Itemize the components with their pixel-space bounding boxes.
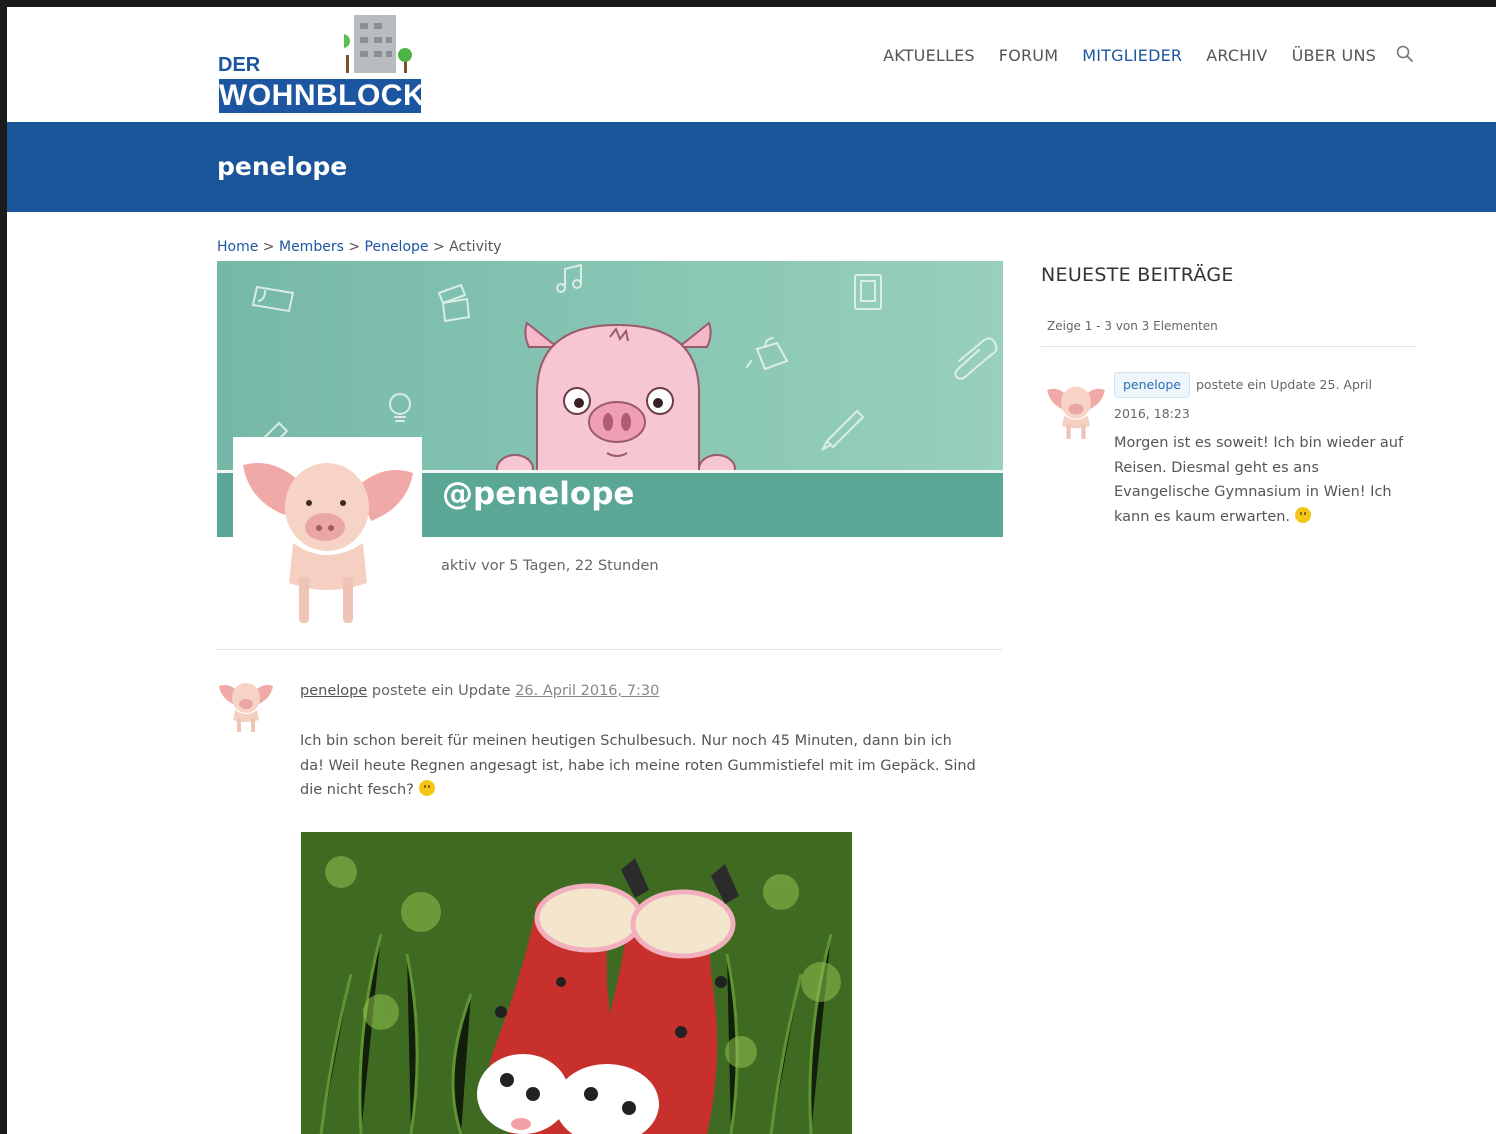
nav-item-aktuelles[interactable]: AKTUELLES bbox=[883, 46, 975, 65]
logo-small-text: DER bbox=[218, 54, 261, 76]
search-icon[interactable] bbox=[1396, 45, 1416, 65]
nav-item-archiv[interactable]: ARCHIV bbox=[1206, 46, 1267, 65]
sidebar-post-text: Morgen ist es soweit! Ich bin wieder auf… bbox=[1114, 435, 1404, 525]
grinning-emoji-icon bbox=[418, 780, 435, 796]
smiley-emoji-icon bbox=[1294, 506, 1311, 523]
activity-content: Ich bin schon bereit für meinen heutigen… bbox=[300, 729, 980, 803]
divider bbox=[217, 649, 1002, 650]
sidebar-divider bbox=[1041, 346, 1416, 347]
sidebar-post-content: Morgen ist es soweit! Ich bin wieder auf… bbox=[1114, 431, 1404, 529]
sidebar-post-avatar[interactable] bbox=[1045, 377, 1107, 439]
activity-date-link[interactable]: 26. April 2016, 7:30 bbox=[515, 683, 659, 699]
activity-user-link[interactable]: penelope bbox=[300, 683, 367, 699]
pig-mascot bbox=[496, 321, 736, 484]
breadcrumb-separator: > bbox=[348, 239, 365, 255]
breadcrumb: Home > Members > Penelope > Activity bbox=[217, 239, 502, 255]
page-title-bar: penelope bbox=[7, 122, 1496, 212]
nav-item-ueber-uns[interactable]: ÜBER UNS bbox=[1292, 46, 1376, 65]
logo-wordmark: WOHNBLOCK bbox=[217, 77, 425, 115]
breadcrumb-current: Activity bbox=[449, 239, 502, 255]
page: DER WOHNBLOCK AKTUELLES FORUM MITGLIEDER… bbox=[7, 7, 1496, 1134]
activity-avatar[interactable] bbox=[217, 674, 275, 732]
page-title: penelope bbox=[217, 152, 348, 181]
activity-photo[interactable] bbox=[301, 832, 852, 1134]
nav-item-forum[interactable]: FORUM bbox=[999, 46, 1058, 65]
sidebar-post-user-link[interactable]: penelope bbox=[1114, 372, 1190, 398]
breadcrumb-separator: > bbox=[262, 239, 279, 255]
activity-action: postete ein Update bbox=[371, 683, 511, 699]
sidebar-title: NEUESTE BEITRÄGE bbox=[1041, 264, 1234, 286]
main-navigation: AKTUELLES FORUM MITGLIEDER ARCHIV ÜBER U… bbox=[859, 45, 1416, 65]
breadcrumb-members[interactable]: Members bbox=[279, 239, 344, 255]
breadcrumb-home[interactable]: Home bbox=[217, 239, 258, 255]
site-logo[interactable]: DER WOHNBLOCK bbox=[217, 11, 427, 115]
last-active-text: aktiv vor 5 Tagen, 22 Stunden bbox=[441, 558, 659, 574]
activity-text: Ich bin schon bereit für meinen heutigen… bbox=[300, 733, 976, 798]
sidebar-post-meta: penelope postete ein Update 25. April 201… bbox=[1114, 370, 1404, 428]
breadcrumb-separator: > bbox=[432, 239, 450, 255]
activity-meta: penelope postete ein Update 26. April 20… bbox=[300, 683, 659, 699]
nav-item-mitglieder[interactable]: MITGLIEDER bbox=[1082, 46, 1182, 65]
profile-handle: @penelope bbox=[442, 476, 635, 512]
building-icon bbox=[344, 15, 412, 73]
sidebar-count: Zeige 1 - 3 von 3 Elementen bbox=[1047, 319, 1218, 333]
breadcrumb-penelope[interactable]: Penelope bbox=[365, 239, 429, 255]
profile-avatar[interactable] bbox=[233, 437, 422, 625]
